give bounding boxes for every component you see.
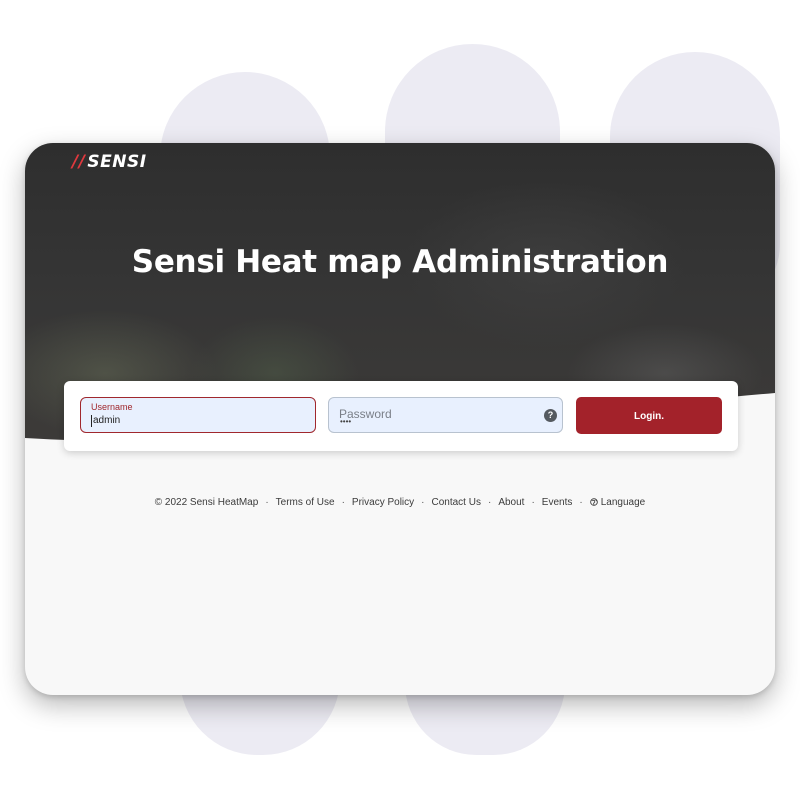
footer-separator: · bbox=[487, 497, 492, 508]
globe-icon bbox=[589, 498, 598, 506]
footer-separator: · bbox=[341, 497, 345, 508]
username-label: Username bbox=[91, 402, 133, 412]
password-mask: •••• bbox=[340, 417, 352, 426]
footer-link-about[interactable]: About bbox=[498, 497, 524, 508]
password-field[interactable]: Password •••• ? bbox=[328, 397, 563, 433]
footer-link-language[interactable]: Language bbox=[589, 497, 646, 508]
footer: © 2022 Sensi HeatMap · Terms of Use · Pr… bbox=[25, 497, 775, 508]
footer-link-events[interactable]: Events bbox=[542, 497, 573, 508]
footer-separator: · bbox=[421, 497, 425, 508]
footer-link-contact[interactable]: Contact Us bbox=[432, 497, 481, 508]
username-value: admin bbox=[91, 415, 121, 427]
login-button[interactable]: Login. bbox=[576, 397, 722, 434]
footer-link-terms[interactable]: Terms of Use bbox=[276, 497, 335, 508]
browser-window: // SENSI Sensi Heat map Administration U… bbox=[25, 143, 775, 695]
footer-separator: · bbox=[579, 497, 583, 508]
footer-link-privacy[interactable]: Privacy Policy bbox=[352, 497, 414, 508]
page-title: Sensi Heat map Administration bbox=[131, 244, 669, 280]
username-field[interactable]: Username admin bbox=[80, 397, 316, 433]
sensi-logo[interactable]: // SENSI bbox=[72, 152, 147, 172]
footer-copyright: © 2022 Sensi HeatMap bbox=[154, 497, 259, 508]
footer-separator: · bbox=[531, 497, 535, 508]
footer-separator: · bbox=[265, 497, 269, 508]
question-circle-icon[interactable]: ? bbox=[544, 409, 557, 422]
logo-text: SENSI bbox=[87, 152, 147, 172]
login-form: Username admin Password •••• ? Login. bbox=[64, 381, 738, 451]
logo-mark: // bbox=[72, 152, 86, 172]
footer-language-label: Language bbox=[600, 497, 646, 508]
